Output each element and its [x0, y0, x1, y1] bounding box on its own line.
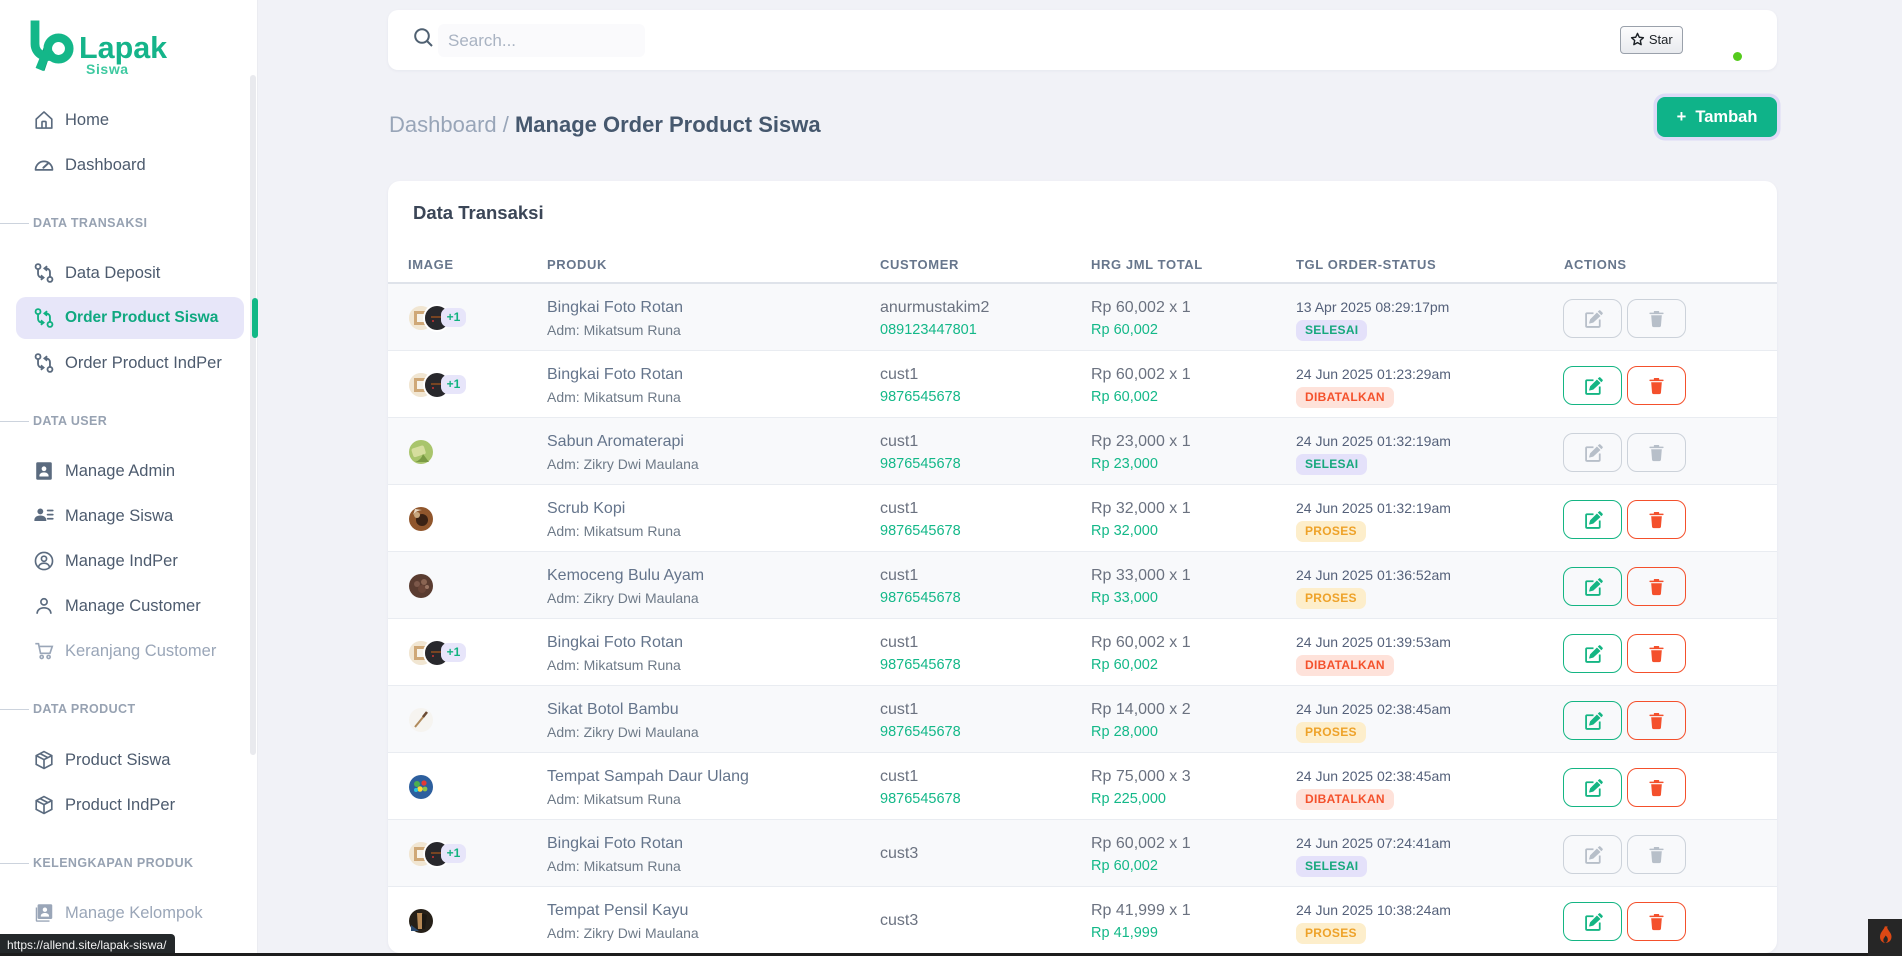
- svg-text:Lapak: Lapak: [79, 31, 167, 65]
- svg-text:Siswa: Siswa: [86, 61, 129, 77]
